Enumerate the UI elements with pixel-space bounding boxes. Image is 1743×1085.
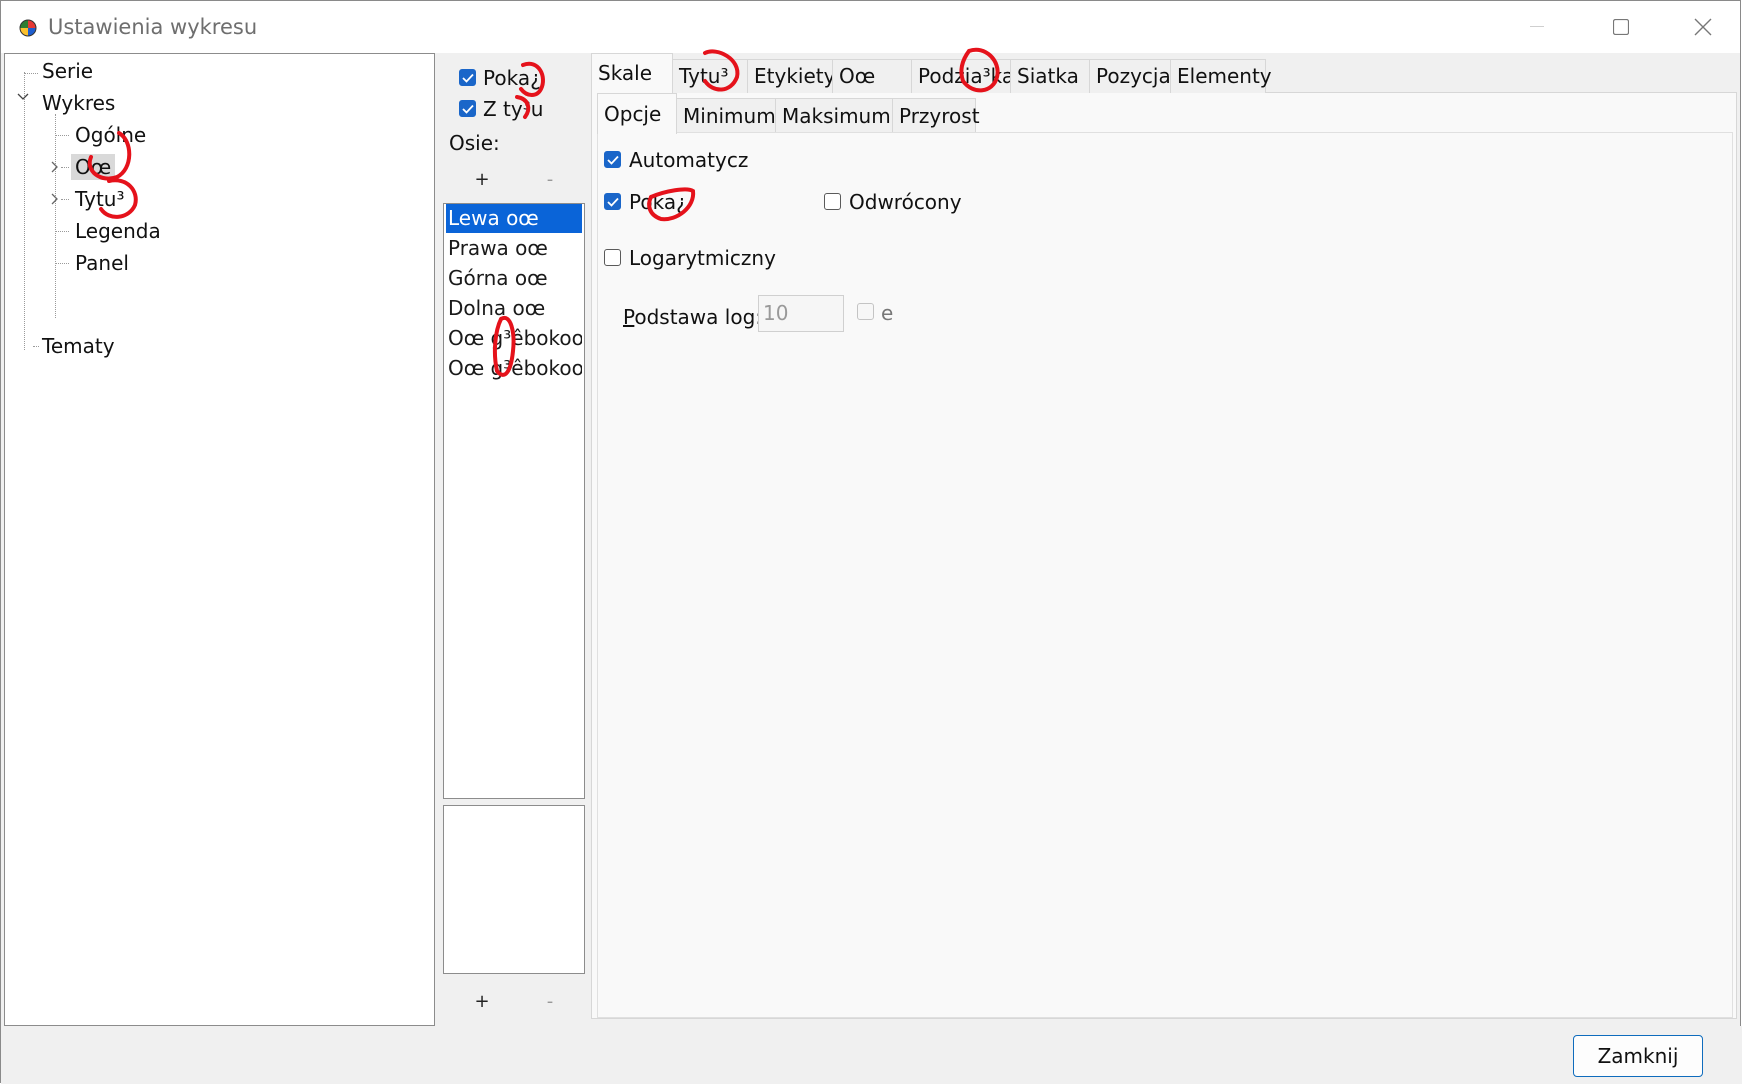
axes-list: Lewa oœ Prawa oœ Górna oœ Dolna oœ Oœ g³… [443,203,585,799]
check-icon [607,155,619,165]
close-icon [1694,18,1712,36]
tree-item-legend[interactable]: Legenda [75,218,161,244]
tree-connector [55,135,69,136]
tree-connector [24,72,25,350]
axes-list-item[interactable]: Oœ g³êbokoœci [446,354,582,383]
axes-list-item[interactable]: Lewa oœ [446,204,582,233]
logarithmic-label: Logarytmiczny [629,246,776,270]
tree-connector [24,73,38,74]
tab-scales[interactable]: Skale [591,53,673,95]
chevron-right-icon[interactable] [49,193,61,205]
axes-list-item[interactable]: Oœ g³êbokoœci [446,324,582,353]
settings-tree: Serie Wykres Ogólne Oœ Tytu³ Legenda Pan… [4,53,435,1026]
show-axis-label: Poka¿ [483,66,541,90]
chart-app-icon [19,19,37,37]
tree-item-title[interactable]: Tytu³ [75,186,124,212]
show-scale-label: Poka¿ [629,190,687,214]
log-base-input[interactable]: 10 [758,295,844,332]
automatic-label: Automatycz [629,148,749,172]
subtab-increment[interactable]: Przyrost [892,98,980,132]
logarithmic-checkbox[interactable] [604,249,621,266]
inverted-checkbox[interactable] [824,193,841,210]
tree-item-chart[interactable]: Wykres [42,90,115,116]
settings-window: Ustawienia wykresu Serie Wykres Ogólne O… [0,0,1742,1084]
tab-grid[interactable]: Siatka [1010,59,1090,93]
maximize-button[interactable] [1597,9,1645,45]
inverted-label: Odwrócony [849,190,962,214]
axes-heading: Osie: [449,131,500,155]
tree-item-series[interactable]: Serie [42,58,93,84]
window-title: Ustawienia wykresu [48,15,258,39]
tree-item-panel[interactable]: Panel [75,250,129,276]
chevron-right-icon[interactable] [49,161,61,173]
behind-label: Z ty³u [483,97,544,121]
e-base-label: e [881,301,894,325]
check-icon [607,197,619,207]
tree-connector [55,114,56,318]
e-base-checkbox[interactable] [857,303,874,320]
tree-connector [55,231,69,232]
tree-item-general[interactable]: Ogólne [75,122,146,148]
minimize-icon [1530,26,1544,27]
tree-item-axis[interactable]: Oœ [71,154,116,180]
tab-ticks[interactable]: Podzia³ka [911,59,1014,93]
automatic-checkbox[interactable] [604,151,621,168]
subtab-options[interactable]: Opcje [597,93,677,134]
maximize-icon [1613,19,1629,35]
tree-connector [55,263,69,264]
add-custom-axis-button[interactable]: + [467,991,497,1012]
chevron-down-icon[interactable] [17,91,29,103]
log-base-label: Podstawa log: [623,305,763,329]
subtab-minimum[interactable]: Minimum [676,98,776,132]
tab-labels[interactable]: Etykiety [747,59,835,93]
axes-list-item[interactable]: Dolna oœ [446,294,582,323]
tab-position[interactable]: Pozycja [1089,59,1171,93]
custom-axes-list[interactable] [443,805,585,974]
axes-list-item[interactable]: Prawa oœ [446,234,582,263]
close-button[interactable]: Zamknij [1573,1035,1703,1077]
show-scale-checkbox[interactable] [604,193,621,210]
subtab-maximum[interactable]: Maksimum [775,98,893,132]
show-axis-checkbox[interactable] [459,69,476,86]
tree-connector [33,346,39,347]
remove-axis-button[interactable]: - [535,169,565,190]
button-bar [1,1026,1742,1084]
check-icon [462,73,474,83]
tree-connector [61,167,69,168]
add-axis-button[interactable]: + [467,169,497,190]
tab-title[interactable]: Tytu³ [672,59,748,93]
tree-item-themes[interactable]: Tematy [42,333,115,359]
axes-list-item[interactable]: Górna oœ [446,264,582,293]
close-window-button[interactable] [1679,9,1727,45]
behind-checkbox[interactable] [459,100,476,117]
tree-connector [61,199,69,200]
remove-custom-axis-button[interactable]: - [535,991,565,1012]
title-bar: Ustawienia wykresu [1,1,1740,53]
minimize-button[interactable] [1513,9,1561,45]
tab-axis[interactable]: Oœ [832,59,912,93]
check-icon [462,104,474,114]
tab-items[interactable]: Elementy [1170,59,1272,93]
